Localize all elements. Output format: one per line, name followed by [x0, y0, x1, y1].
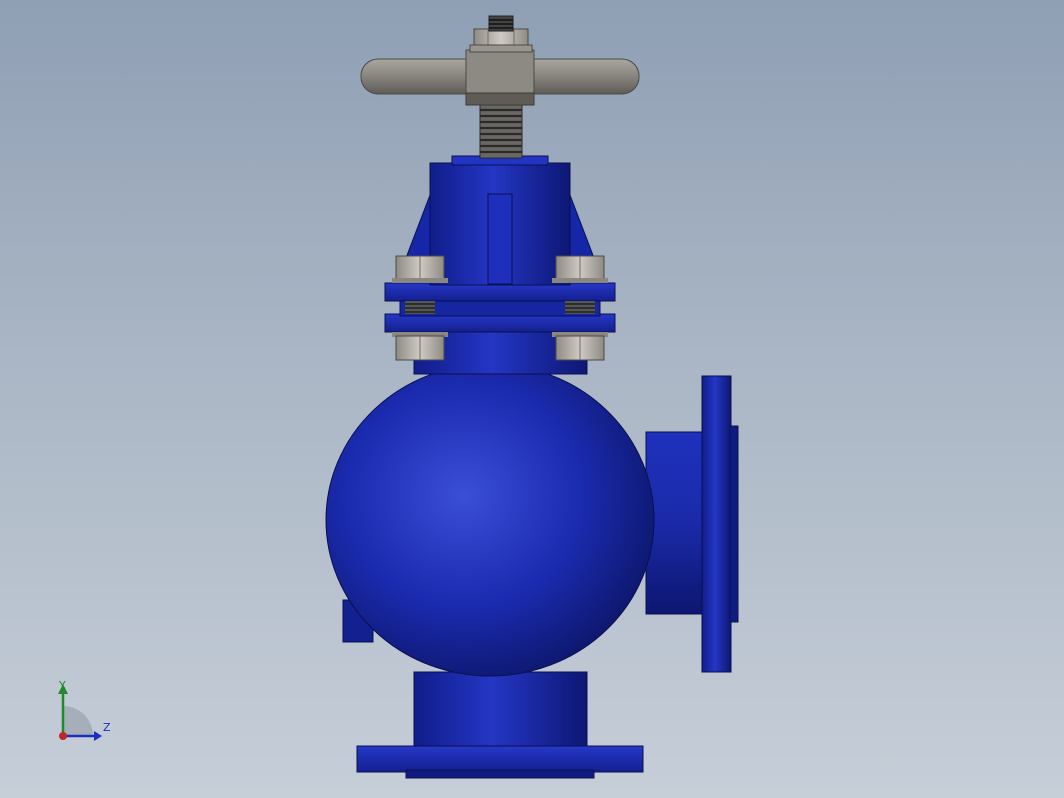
valve-model[interactable]: [0, 0, 1064, 798]
bottom-outlet[interactable]: [356, 671, 644, 779]
z-axis-label: Z: [103, 721, 111, 734]
side-outlet[interactable]: [645, 375, 739, 673]
side-flange[interactable]: [701, 375, 732, 673]
valve-stem[interactable]: [479, 103, 523, 159]
valve-body-sphere[interactable]: [325, 363, 655, 677]
handwheel[interactable]: [360, 49, 640, 106]
graphics-viewport[interactable]: Y Z: [0, 0, 1064, 798]
lower-bonnet-flange[interactable]: [384, 313, 616, 333]
handwheel-nut[interactable]: [469, 15, 533, 53]
upper-bonnet-flange[interactable]: [384, 282, 616, 302]
x-axis-origin: [59, 732, 67, 740]
y-axis-label: Y: [59, 679, 66, 692]
axis-triad: [58, 684, 102, 741]
bottom-flange[interactable]: [356, 745, 644, 773]
